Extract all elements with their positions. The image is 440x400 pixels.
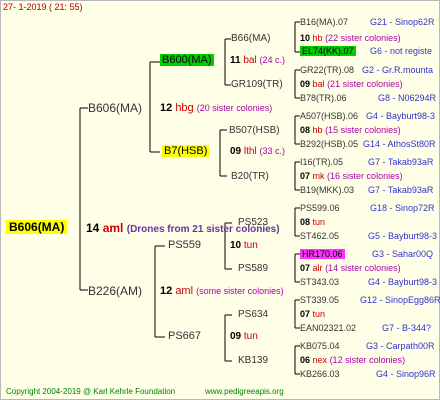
copyright-text: Copyright 2004-2019 @ Karl Kehrle Founda…	[6, 387, 176, 396]
gen2-ps667: PS667	[168, 330, 202, 342]
gen3-b20: B20(TR)	[231, 171, 269, 182]
father-label: B606(MA)	[88, 101, 143, 115]
gen4-ref: G3 - Carpath00R	[366, 341, 435, 351]
gen2-ps559: PS559	[168, 239, 202, 251]
gen3-ps634-info: 07 tun	[300, 309, 326, 319]
timestamp-header: 27- 1-2019 ( 21: 55)	[3, 2, 83, 12]
gen2-ps559-info: 10 tun	[230, 240, 258, 251]
gen4-ref: G21 - Sinop62R	[370, 17, 435, 27]
gen4-ref: G2 - Gr.R.mounta	[362, 65, 434, 75]
gen4-label: ST343.03	[300, 277, 340, 287]
gen2-b600-info: 11 bal (24 c.)	[230, 55, 286, 66]
gen4-label: B16(MA).07	[300, 17, 349, 27]
gen2-b600: B600(MA)	[160, 54, 214, 66]
gen4-label: EL74(KK).07	[300, 46, 356, 56]
gen4-ref: G7 - Takab93aR	[368, 157, 434, 167]
gen4-label: PS599.06	[300, 203, 340, 213]
gen4-label: A507(HSB).06	[300, 111, 359, 121]
gen3-b66-info: 10 hb (22 sister colonies)	[300, 33, 401, 43]
gen4-label: B19(MKK).03	[300, 185, 355, 195]
gen3-b507-info: 08 hb (15 sister colonies)	[300, 125, 401, 135]
gen4-label: KB075.04	[300, 341, 340, 351]
gen4-ref: G18 - Sinop72R	[370, 203, 435, 213]
gen3-b66: B66(MA)	[231, 33, 271, 44]
gen3-ps523: PS523	[238, 217, 269, 228]
gen4-ref: G14 - AthosSt80R	[363, 139, 436, 149]
gen4-ref: G12 - SinopEgg86R	[360, 295, 440, 305]
pedigree-connector-lines	[79, 21, 300, 375]
mother-colony-info: 12 aml (some sister colonies)	[160, 285, 284, 297]
gen4-ref: G7 - Takab93aR	[368, 185, 434, 195]
gen4-label: HR170.06	[300, 249, 345, 259]
gen4-label: I16(TR).05	[300, 157, 344, 167]
gen4-label: EAN02321.02	[300, 323, 357, 333]
root-queen-label: B606(MA)	[6, 220, 68, 234]
site-url[interactable]: www.pedigreeapis.org	[205, 388, 284, 396]
gen3-ps634: PS634	[238, 309, 269, 320]
father-colony-info: 12 hbg (20 sister colonies)	[160, 102, 273, 114]
gen4-ref: G4 - Bayburt98-3	[366, 111, 436, 121]
root-colony-code: aml	[102, 221, 124, 235]
gen3-b20-info: 07 mk (16 sister colonies)	[300, 171, 403, 181]
gen4-label: ST462.05	[300, 231, 340, 241]
gen4-ref: G6 - not registe	[370, 46, 433, 56]
gen4-ref: G8 - N06294R	[378, 93, 437, 103]
gen4-label: B78(TR).06	[300, 93, 347, 103]
gen4-ref: G5 - Bayburt98-3	[368, 231, 438, 241]
mother-label: B226(AM)	[88, 284, 143, 298]
gen4-ref: G3 - Sahar00Q	[372, 249, 434, 259]
gen3-kb139: KB139	[238, 355, 269, 366]
gen2-ps667-info: 09 tun	[230, 331, 258, 342]
gen4-ref: G4 - Sinop96R	[376, 369, 436, 379]
gen3-gr109: GR109(TR)	[231, 79, 283, 90]
gen4-label: B292(HSB).05	[300, 139, 359, 149]
gen3-ps523-info: 08 tun	[300, 217, 326, 227]
gen3-ps589-info: 07 alr (14 sister colonies)	[300, 263, 401, 273]
gen3-kb139-info: 06 nex (12 sister colonies)	[300, 355, 406, 365]
gen4-label: ST339.05	[300, 295, 340, 305]
gen3-gr109-info: 09 bal (21 sister colonies)	[300, 79, 403, 89]
root-num: 14	[86, 221, 100, 235]
gen3-ps589: PS589	[238, 263, 269, 274]
gen4-label: KB266.03	[300, 369, 340, 379]
gen4-ref: G4 - Bayburt98-3	[368, 277, 438, 287]
gen3-b507: B507(HSB)	[229, 125, 280, 136]
gen2-b7-info: 09 lthl (33 c.)	[230, 146, 285, 157]
gen4-label: GR22(TR).08	[300, 65, 355, 75]
gen4-ref: G7 - B-344?	[382, 323, 432, 333]
gen2-b7: B7(HSB)	[162, 145, 210, 157]
